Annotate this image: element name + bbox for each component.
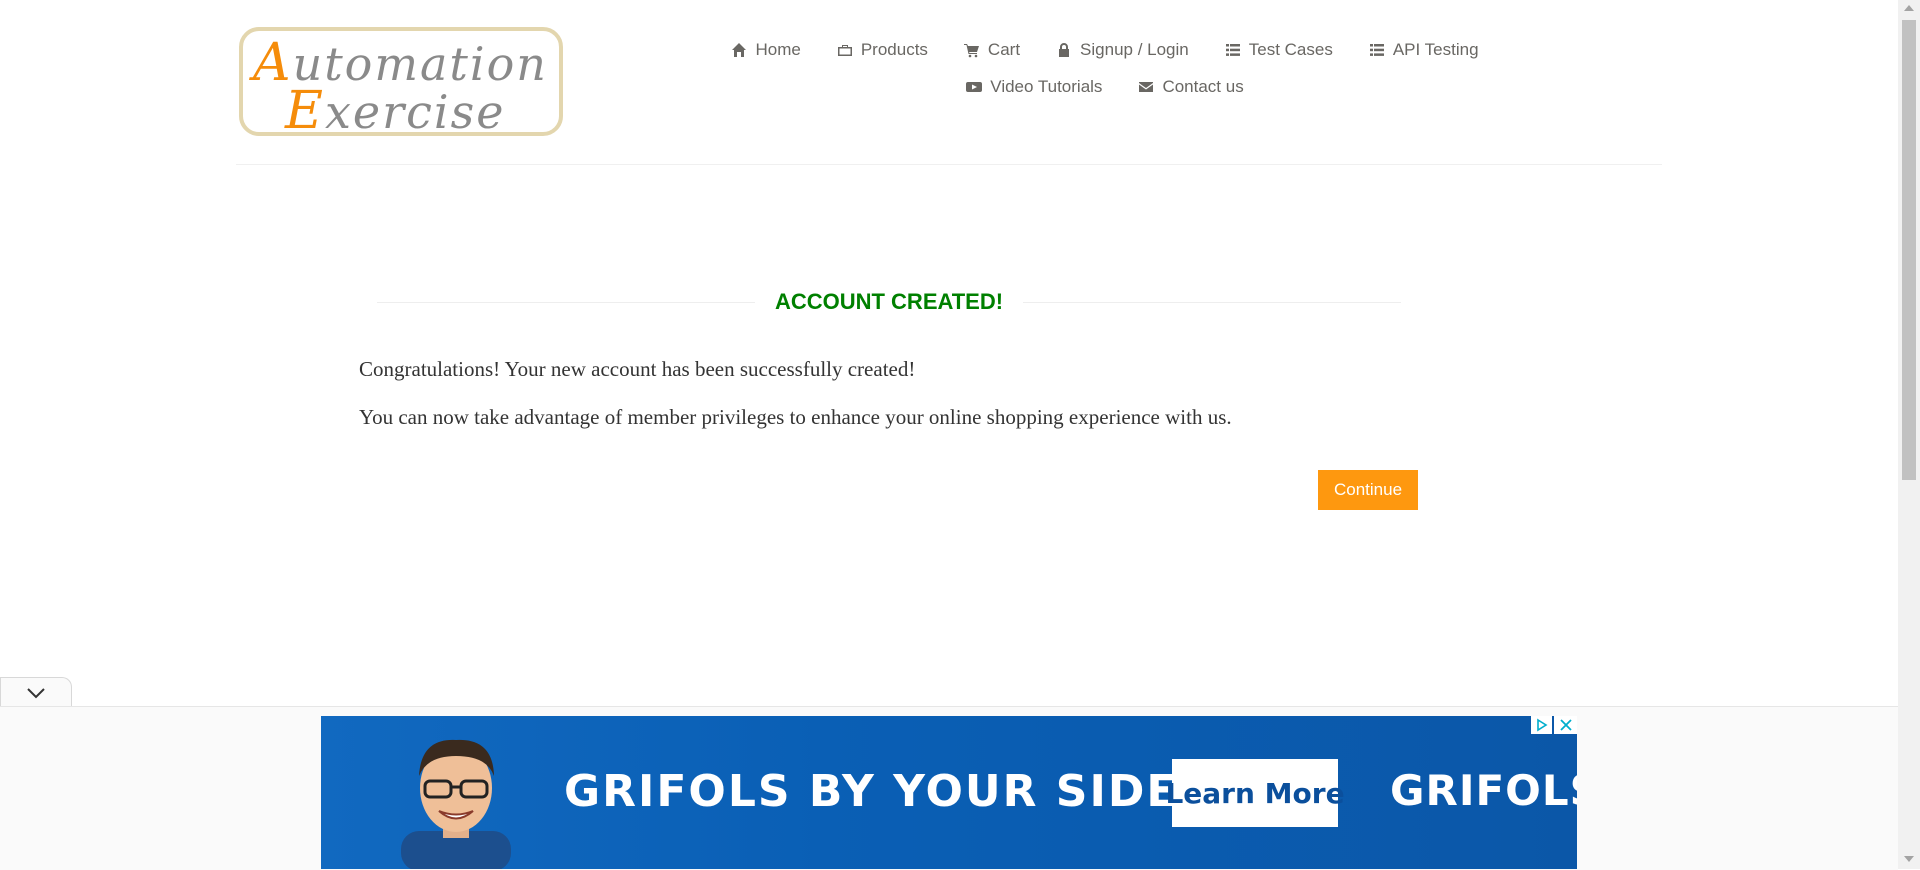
logo-line-exercise: Exercise <box>285 81 506 141</box>
page-title: ACCOUNT CREATED! <box>774 289 1004 314</box>
nav-label: Contact us <box>1162 77 1244 96</box>
nav-item-home[interactable]: Home <box>713 38 818 62</box>
nav-label: Products <box>860 40 928 59</box>
nav-label: Test Cases <box>1248 40 1333 59</box>
header-divider <box>236 164 1662 165</box>
nav-label: Video Tutorials <box>990 77 1103 96</box>
nav-row-1: Home Products Cart Signup / Login Test C… <box>700 38 1510 62</box>
privileges-message: You can now take advantage of member pri… <box>359 405 1232 429</box>
page: Automation Exercise Home Products Cart S… <box>0 0 1898 870</box>
nav-item-video-tutorials[interactable]: Video Tutorials <box>948 75 1120 99</box>
nav-item-contact-us[interactable]: Contact us <box>1120 75 1261 99</box>
nav-item-test-cases[interactable]: Test Cases <box>1207 38 1351 62</box>
envelope-icon <box>1139 82 1154 92</box>
congratulations-message: Congratulations! Your new account has be… <box>359 357 916 381</box>
nav-item-api-testing[interactable]: API Testing <box>1351 38 1497 62</box>
nav-item-products[interactable]: Products <box>819 38 946 62</box>
ad-learn-more-button[interactable]: Learn More <box>1165 759 1345 827</box>
briefcase-icon <box>837 45 852 56</box>
ad-brand-logo: GRIFOLS <box>1390 766 1577 815</box>
site-logo[interactable]: Automation Exercise <box>239 27 563 141</box>
page-scrollbar[interactable] <box>1898 0 1920 869</box>
continue-button[interactable]: Continue <box>1318 470 1418 510</box>
scroll-up-arrow-icon[interactable] <box>1904 5 1914 11</box>
nav-label: Cart <box>987 40 1021 59</box>
nav-label: API Testing <box>1392 40 1479 59</box>
youtube-icon <box>966 82 983 92</box>
ad-person-image <box>401 739 511 869</box>
scroll-down-arrow-icon[interactable] <box>1904 856 1914 862</box>
ad-headline: GRIFOLS BY YOUR SIDE <box>564 766 1179 817</box>
list-icon <box>1225 44 1240 56</box>
lock-icon <box>1059 43 1070 57</box>
main-nav: Home Products Cart Signup / Login Test C… <box>700 38 1510 99</box>
nav-label: Signup / Login <box>1080 40 1189 59</box>
ad-collapse-tab[interactable] <box>0 677 72 707</box>
ad-close-icon[interactable] <box>1554 716 1577 734</box>
list-icon <box>1369 44 1384 56</box>
nav-row-2: Video Tutorials Contact us <box>700 75 1510 99</box>
ad-choices-icon[interactable] <box>1531 716 1552 734</box>
nav-item-signup-login[interactable]: Signup / Login <box>1038 38 1207 62</box>
nav-label: Home <box>755 40 801 59</box>
home-icon <box>732 43 747 57</box>
cart-icon <box>963 44 979 58</box>
title-rule-left <box>377 301 755 303</box>
nav-item-cart[interactable]: Cart <box>946 38 1038 62</box>
ad-banner[interactable]: GRIFOLS BY YOUR SIDE Learn More GRIFOLS <box>321 716 1577 869</box>
title-rule-right <box>1023 301 1402 303</box>
account-created-heading: ACCOUNT CREATED! <box>377 287 1402 317</box>
scroll-thumb[interactable] <box>1902 20 1916 480</box>
chevron-down-icon <box>27 687 45 698</box>
